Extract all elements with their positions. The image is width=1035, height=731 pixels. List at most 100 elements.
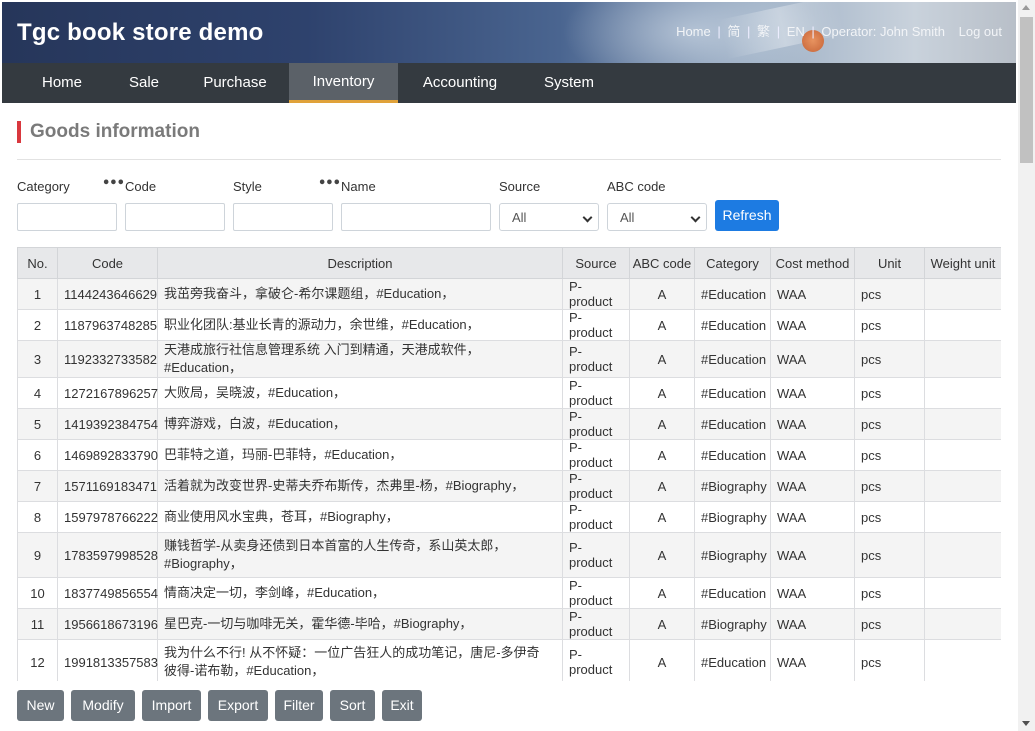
- name-input[interactable]: [341, 203, 491, 231]
- abc-code-label: ABC code: [607, 179, 666, 194]
- category-cell: #Education: [694, 439, 771, 471]
- description-cell: 职业化团队:基业长青的源动力，余世维，#Education，: [157, 309, 563, 341]
- row-number-cell: 5: [17, 408, 58, 440]
- unit-cell: pcs: [854, 309, 925, 341]
- page-scrollbar[interactable]: [1018, 0, 1035, 731]
- table-row[interactable]: 2 1187963748285 职业化团队:基业长青的源动力，余世维，#Educat…: [17, 309, 1001, 341]
- table-row[interactable]: 6 1469892833790 巴菲特之道，玛丽-巴菲特，#Education， P-…: [17, 439, 1001, 471]
- category-label: Category: [17, 179, 70, 194]
- code-cell: 1571169183471: [57, 470, 158, 502]
- lang-simplified-link[interactable]: 简: [727, 24, 740, 39]
- code-cell: 1956618673196: [57, 608, 158, 640]
- cost-method-cell: WAA: [770, 532, 855, 578]
- table-row[interactable]: 10 1837749856554 情商决定一切，李剑峰，#Education， P-p…: [17, 577, 1001, 609]
- table-row[interactable]: 9 1783597998528 赚钱哲学-从卖身还债到日本首富的人生传奇，系山英太郎…: [17, 532, 1001, 578]
- category-input[interactable]: [17, 203, 117, 231]
- weight-unit-cell: [924, 532, 1001, 578]
- export-button[interactable]: Export: [208, 690, 268, 721]
- table-row[interactable]: 12 1991813357583 我为什么不行! 从不怀疑：一位广告狂人的成功笔记，…: [17, 639, 1001, 681]
- code-label: Code: [125, 179, 157, 194]
- ellipsis-icon[interactable]: •••: [318, 176, 341, 191]
- nav-item-purchase[interactable]: Purchase: [185, 63, 285, 103]
- cost-method-cell: WAA: [770, 577, 855, 609]
- abc-code-cell: A: [629, 608, 695, 640]
- table-row[interactable]: 8 1597978766222 商业使用风水宝典，苍耳，#Biography， P-p…: [17, 501, 1001, 533]
- scroll-up-icon[interactable]: [1022, 5, 1030, 10]
- table-row[interactable]: 1 1144243646629 我茁旁我奋斗，拿破仑-希尔课题组，#Educatio…: [17, 278, 1001, 310]
- weight-unit-cell: [924, 278, 1001, 310]
- unit-cell: pcs: [854, 408, 925, 440]
- filter-button[interactable]: Filter: [275, 690, 323, 721]
- table-row[interactable]: 11 1956618673196 星巴克-一切与咖啡无关，霍华德-毕哈，#Biogr…: [17, 608, 1001, 640]
- operator-label: Operator:: [821, 24, 877, 39]
- abc-code-select[interactable]: All: [607, 203, 707, 231]
- scrollbar-thumb[interactable]: [1020, 17, 1033, 163]
- logout-link[interactable]: Log out: [959, 24, 1002, 39]
- new-button[interactable]: New: [17, 690, 64, 721]
- unit-cell: pcs: [854, 532, 925, 578]
- app-header: Tgc book store demo Home | 简 | 繁 | EN | …: [2, 2, 1016, 63]
- table-row[interactable]: 5 1419392384754 博弈游戏，白波，#Education， P-produ…: [17, 408, 1001, 440]
- modify-button[interactable]: Modify: [71, 690, 135, 721]
- unit-cell: pcs: [854, 340, 925, 378]
- column-header[interactable]: Category: [694, 247, 771, 279]
- style-label: Style: [233, 179, 262, 194]
- column-header[interactable]: Weight unit: [924, 247, 1001, 279]
- table-body: 1 1144243646629 我茁旁我奋斗，拿破仑-希尔课题组，#Educatio…: [17, 278, 1001, 681]
- goods-table: No. Code Description Source ABC code Cat…: [17, 247, 1001, 681]
- row-number-cell: 10: [17, 577, 58, 609]
- main-nav: Home Sale Purchase Inventory Accounting …: [2, 63, 1016, 103]
- code-cell: 1469892833790: [57, 439, 158, 471]
- nav-item-inventory[interactable]: Inventory: [289, 63, 398, 103]
- import-button[interactable]: Import: [142, 690, 201, 721]
- nav-item-system[interactable]: System: [526, 63, 612, 103]
- weight-unit-cell: [924, 577, 1001, 609]
- lang-english-link[interactable]: EN: [787, 24, 805, 39]
- scroll-down-icon[interactable]: [1022, 721, 1030, 726]
- weight-unit-cell: [924, 470, 1001, 502]
- nav-item-sale[interactable]: Sale: [110, 63, 178, 103]
- cost-method-cell: WAA: [770, 639, 855, 681]
- table-row[interactable]: 3 1192332733582 天港成旅行社信息管理系统 入门到精通，天港成软件，#…: [17, 340, 1001, 378]
- style-input[interactable]: [233, 203, 333, 231]
- abc-code-cell: A: [629, 309, 695, 341]
- column-header[interactable]: Description: [157, 247, 563, 279]
- cost-method-cell: WAA: [770, 377, 855, 409]
- lang-traditional-link[interactable]: 繁: [757, 24, 770, 39]
- exit-button[interactable]: Exit: [382, 690, 422, 721]
- cost-method-cell: WAA: [770, 309, 855, 341]
- goods-table-container[interactable]: No. Code Description Source ABC code Cat…: [17, 247, 1001, 681]
- column-header[interactable]: Cost method: [770, 247, 855, 279]
- column-header[interactable]: No.: [17, 247, 58, 279]
- cost-method-cell: WAA: [770, 340, 855, 378]
- table-row[interactable]: 7 1571169183471 活着就为改变世界-史蒂夫乔布斯传，杰弗里-杨，#Bi…: [17, 470, 1001, 502]
- cost-method-cell: WAA: [770, 439, 855, 471]
- code-input[interactable]: [125, 203, 225, 231]
- source-cell: P-product: [562, 340, 630, 378]
- ellipsis-icon[interactable]: •••: [102, 176, 125, 191]
- source-select[interactable]: All: [499, 203, 599, 231]
- abc-code-selected-value: All: [620, 210, 635, 225]
- category-cell: #Biography: [694, 470, 771, 502]
- table-row[interactable]: 4 1272167896257 大败局，吴晓波，#Education， P-produ…: [17, 377, 1001, 409]
- weight-unit-cell: [924, 639, 1001, 681]
- code-cell: 1783597998528: [57, 532, 158, 578]
- weight-unit-cell: [924, 408, 1001, 440]
- abc-code-cell: A: [629, 340, 695, 378]
- abc-code-cell: A: [629, 501, 695, 533]
- column-header[interactable]: Unit: [854, 247, 925, 279]
- nav-item-home[interactable]: Home: [20, 63, 104, 103]
- nav-item-accounting[interactable]: Accounting: [404, 63, 516, 103]
- column-header[interactable]: Code: [57, 247, 158, 279]
- refresh-button[interactable]: Refresh: [715, 200, 779, 231]
- code-cell: 1144243646629: [57, 278, 158, 310]
- category-cell: #Education: [694, 639, 771, 681]
- weight-unit-cell: [924, 340, 1001, 378]
- sort-button[interactable]: Sort: [330, 690, 375, 721]
- home-link[interactable]: Home: [676, 24, 711, 39]
- separator: |: [747, 24, 751, 39]
- column-header[interactable]: Source: [562, 247, 630, 279]
- row-number-cell: 8: [17, 501, 58, 533]
- page-title: Goods information: [17, 121, 200, 143]
- column-header[interactable]: ABC code: [629, 247, 695, 279]
